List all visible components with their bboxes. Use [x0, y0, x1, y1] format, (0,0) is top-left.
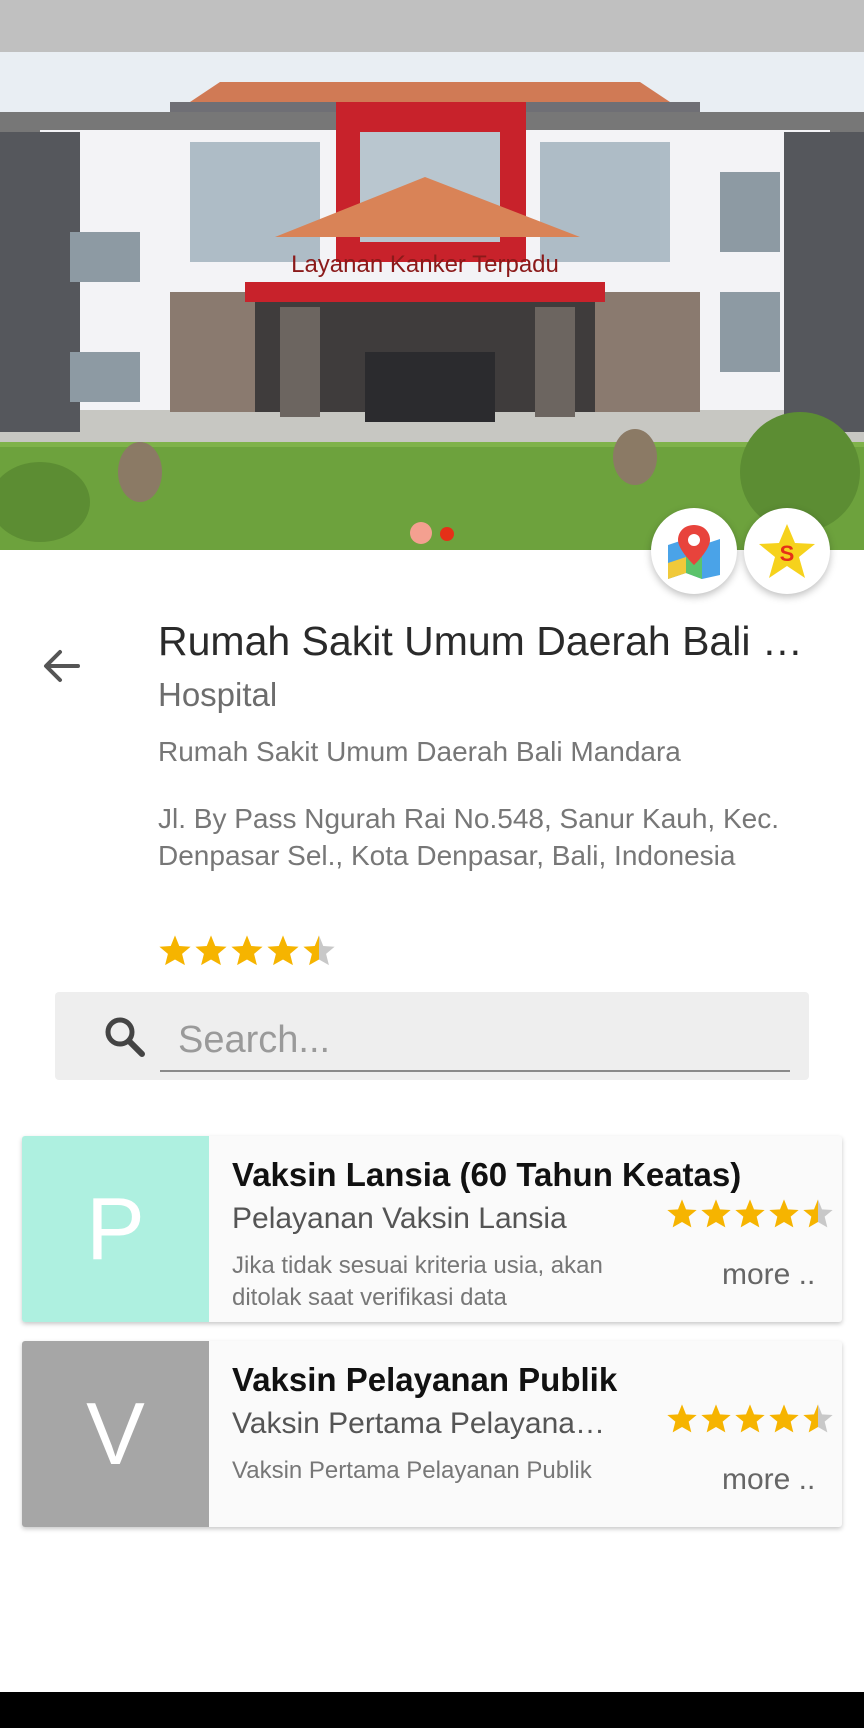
service-card-1[interactable]: P Vaksin Lansia (60 Tahun Keatas) Pelaya…: [22, 1136, 842, 1322]
star-icon: [803, 1404, 833, 1433]
svg-text:Layanan Kanker Terpadu: Layanan Kanker Terpadu: [291, 251, 559, 278]
navigation-bar: [0, 1692, 864, 1728]
star-icon: [303, 935, 335, 966]
star-icon: [195, 935, 227, 966]
service-rating-2: [666, 1403, 834, 1435]
service-description-2: Vaksin Pertama Pelayanan Publik: [232, 1457, 592, 1484]
service-avatar-1: P: [22, 1136, 209, 1322]
favorite-button[interactable]: S: [744, 508, 830, 594]
star-icon: [159, 935, 191, 966]
service-rating-1: [666, 1198, 834, 1230]
star-icon: [667, 1199, 697, 1228]
page-title: Rumah Sakit Umum Daerah Bali Mandara: [158, 618, 818, 664]
star-icon: [803, 1199, 833, 1228]
star-icon: [769, 1199, 799, 1228]
back-button[interactable]: [36, 640, 88, 692]
more-link-1[interactable]: more ..: [722, 1258, 815, 1292]
service-title-2: Vaksin Pelayanan Publik: [232, 1361, 618, 1398]
more-link-2[interactable]: more ..: [722, 1463, 815, 1497]
service-card-2[interactable]: V Vaksin Pelayanan Publik Vaksin Pertama…: [22, 1341, 842, 1527]
place-address: Jl. By Pass Ngurah Rai No.548, Sanur Kau…: [158, 803, 779, 871]
service-subtitle-1: Pelayanan Vaksin Lansia: [232, 1202, 567, 1235]
place-full-name: Rumah Sakit Umum Daerah Bali Mandara: [158, 736, 681, 767]
star-icon: [701, 1404, 731, 1433]
service-avatar-2: V: [22, 1341, 209, 1527]
star-icon: [667, 1404, 697, 1433]
status-bar: [0, 0, 864, 52]
carousel-dot-1[interactable]: [410, 522, 432, 544]
star-icon: [735, 1404, 765, 1433]
service-subtitle-2: Vaksin Pertama Pelayanan Publik: [232, 1407, 612, 1440]
service-title-1: Vaksin Lansia (60 Tahun Keatas): [232, 1156, 742, 1193]
map-button[interactable]: [651, 508, 737, 594]
star-icon: [701, 1199, 731, 1228]
hero-image[interactable]: Layanan Kanker Terpadu: [0, 52, 864, 550]
svg-text:S: S: [780, 541, 795, 566]
service-description-1: Jika tidak sesuai kriteria usia, akan di…: [232, 1252, 603, 1311]
star-icon: [267, 935, 299, 966]
star-badge-icon: S: [759, 524, 815, 578]
place-category: Hospital: [158, 676, 278, 713]
search-icon: [105, 1017, 145, 1057]
search-input[interactable]: [160, 1010, 790, 1072]
star-icon: [231, 935, 263, 966]
star-icon: [769, 1404, 799, 1433]
arrow-back-icon: [44, 650, 80, 682]
star-icon: [735, 1199, 765, 1228]
carousel-dot-2-active[interactable]: [440, 527, 454, 541]
map-pin-icon: [668, 525, 720, 579]
place-rating: [158, 934, 336, 968]
